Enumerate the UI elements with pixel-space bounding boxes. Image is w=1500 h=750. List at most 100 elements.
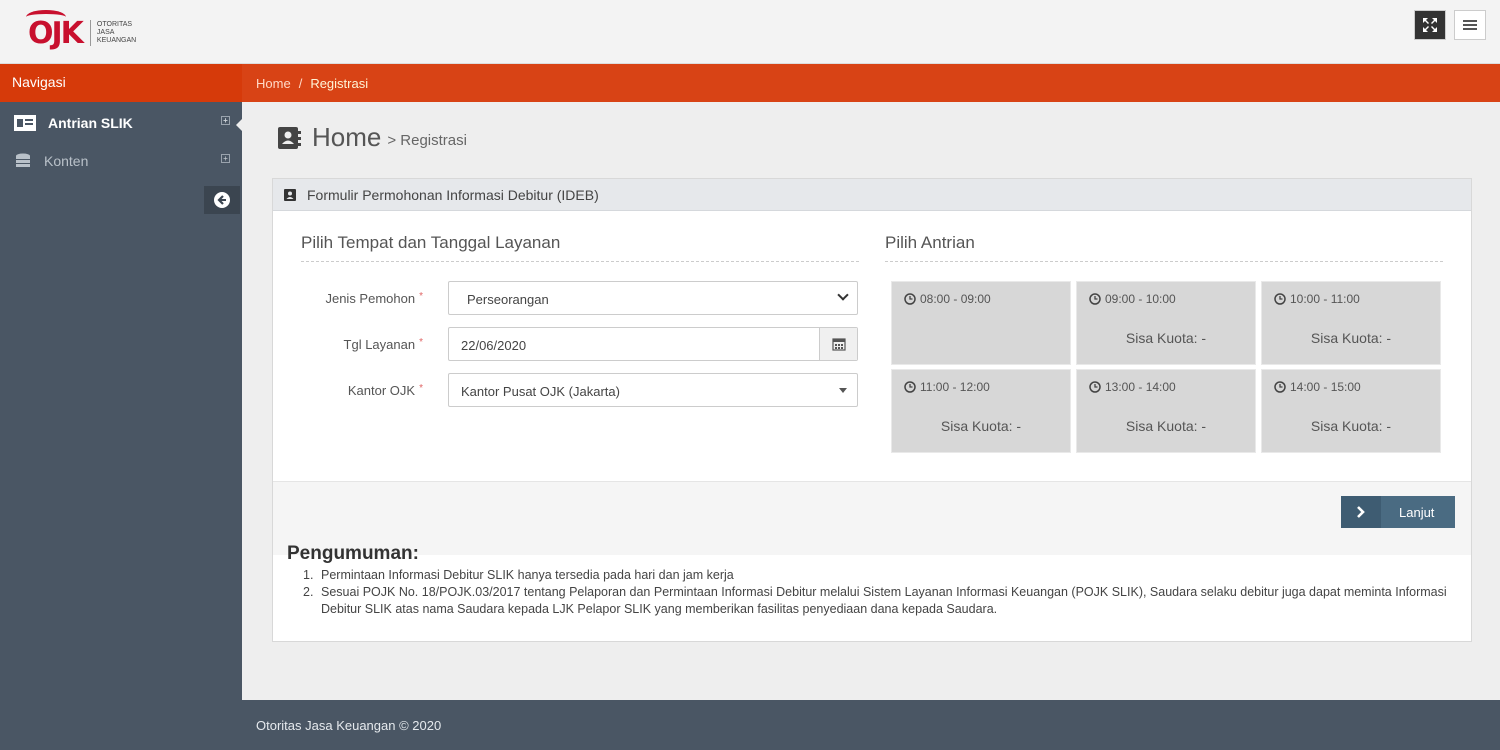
clock-icon xyxy=(904,381,916,393)
lanjut-button[interactable]: Lanjut xyxy=(1341,496,1455,528)
announcement-title: Pengumuman: xyxy=(287,543,419,564)
time-slot[interactable]: 11:00 - 12:00 Sisa Kuota: - xyxy=(891,369,1071,453)
time-slot[interactable]: 09:00 - 10:00 Sisa Kuota: - xyxy=(1076,281,1256,365)
clock-icon xyxy=(1274,381,1286,393)
logo-subtitle: OTORITAS JASA KEUANGAN xyxy=(97,21,136,45)
panel-title: Formulir Permohonan Informasi Debitur (I… xyxy=(307,186,599,203)
expand-plus-icon: + xyxy=(221,154,230,163)
sidebar-item-antrian-slik[interactable]: Antrian SLIK + xyxy=(0,104,242,142)
slot-time-text: 13:00 - 14:00 xyxy=(1105,380,1176,394)
tgl-layanan-label: Tgl Layanan * xyxy=(344,337,423,352)
slot-time: 09:00 - 10:00 xyxy=(1089,292,1176,306)
hamburger-icon xyxy=(1463,20,1477,30)
announcement-text: Permintaan Informasi Debitur SLIK hanya … xyxy=(321,568,734,582)
announcement-item: 2. Sesuai POJK No. 18/POJK.03/2017 tenta… xyxy=(303,584,1453,618)
field-label-text: Kantor OJK xyxy=(347,383,416,398)
time-slot[interactable]: 08:00 - 09:00 xyxy=(891,281,1071,365)
id-card-icon xyxy=(14,115,36,131)
announcement-text: Sesuai POJK No. 18/POJK.03/2017 tentang … xyxy=(321,585,1447,616)
field-label-text: Jenis Pemohon xyxy=(325,291,416,306)
logo-subtitle-line: JASA xyxy=(96,29,115,36)
tgl-layanan-input[interactable]: 22/06/2020 xyxy=(448,327,858,361)
time-slot[interactable]: 10:00 - 11:00 Sisa Kuota: - xyxy=(1261,281,1441,365)
form-row-kantor-ojk: Kantor OJK * Kantor Pusat OJK (Jakarta) xyxy=(273,373,863,407)
required-mark: * xyxy=(419,337,423,348)
logo-mark: OJK xyxy=(26,9,84,51)
top-header: OJK OTORITAS JASA KEUANGAN xyxy=(0,0,1500,64)
page-title-sub: > Registrasi xyxy=(387,132,467,149)
logo-arc xyxy=(26,9,66,24)
form-row-tgl-layanan: Tgl Layanan * 22/06/2020 xyxy=(273,327,863,361)
lanjut-label: Lanjut xyxy=(1399,504,1435,520)
breadcrumb-current: Registrasi xyxy=(310,76,369,91)
clock-icon xyxy=(1089,293,1101,305)
slot-time: 11:00 - 12:00 xyxy=(904,380,990,394)
logo-subtitle-line: KEUANGAN xyxy=(96,37,137,44)
slot-time-text: 09:00 - 10:00 xyxy=(1105,292,1176,306)
announcement-number: 1. xyxy=(303,568,314,582)
announcement-list: 1. Permintaan Informasi Debitur SLIK han… xyxy=(303,567,1453,618)
slot-time: 08:00 - 09:00 xyxy=(904,292,991,306)
database-icon xyxy=(16,153,30,167)
menu-button[interactable] xyxy=(1454,10,1486,40)
expand-icon xyxy=(1423,18,1437,32)
time-slot[interactable]: 14:00 - 15:00 Sisa Kuota: - xyxy=(1261,369,1441,453)
jenis-pemohon-select[interactable]: Perseorangan xyxy=(448,281,858,315)
arrow-left-circle-icon xyxy=(214,192,230,208)
slot-quota: Sisa Kuota: - xyxy=(1125,418,1207,434)
section-title-antrian: Pilih Antrian xyxy=(885,233,975,252)
slot-time: 14:00 - 15:00 xyxy=(1274,380,1361,394)
field-label-text: Tgl Layanan xyxy=(343,337,416,352)
page-title-main: Home xyxy=(312,122,382,152)
sidebar-collapse-button[interactable] xyxy=(204,186,240,214)
fullscreen-button[interactable] xyxy=(1414,10,1446,40)
section-title-layanan: Pilih Tempat dan Tanggal Layanan xyxy=(301,233,561,252)
slot-time-text: 10:00 - 11:00 xyxy=(1290,292,1360,306)
panel-header: Formulir Permohonan Informasi Debitur (I… xyxy=(273,179,1471,211)
time-slot[interactable]: 13:00 - 14:00 Sisa Kuota: - xyxy=(1076,369,1256,453)
breadcrumb: Home / Registrasi xyxy=(242,64,1500,102)
registration-panel: Formulir Permohonan Informasi Debitur (I… xyxy=(272,178,1472,642)
required-mark: * xyxy=(419,383,423,394)
slot-time: 10:00 - 11:00 xyxy=(1274,292,1360,306)
ojk-logo[interactable]: OJK OTORITAS JASA KEUANGAN xyxy=(26,9,136,54)
sidebar-item-label: Konten xyxy=(44,153,89,169)
slot-quota: Sisa Kuota: - xyxy=(1310,330,1392,346)
sidebar-item-label: Antrian SLIK xyxy=(48,115,133,131)
slot-time-text: 11:00 - 12:00 xyxy=(920,380,990,394)
logo-subtitle-line: OTORITAS xyxy=(96,21,133,28)
tgl-layanan-value: 22/06/2020 xyxy=(461,338,527,353)
required-mark: * xyxy=(419,291,423,302)
expand-plus-icon: + xyxy=(221,116,230,125)
slot-time-text: 14:00 - 15:00 xyxy=(1290,380,1361,394)
kantor-ojk-label: Kantor OJK * xyxy=(348,383,423,398)
sidebar-item-konten[interactable]: Konten + xyxy=(0,142,242,180)
caret-down-icon xyxy=(839,388,847,393)
page-title: Home > Registrasi xyxy=(276,122,467,153)
sidebar: Antrian SLIK + Konten + xyxy=(0,102,242,750)
form-row-jenis-pemohon: Jenis Pemohon * Perseorangan xyxy=(273,281,863,315)
calendar-button[interactable] xyxy=(819,328,857,360)
chevron-down-icon xyxy=(837,289,849,301)
slot-time: 13:00 - 14:00 xyxy=(1089,380,1176,394)
slot-quota: Sisa Kuota: - xyxy=(1125,330,1207,346)
contact-book-icon xyxy=(278,126,301,149)
nav-header: Navigasi xyxy=(0,64,242,102)
section-divider xyxy=(301,261,859,262)
panel-footer: Lanjut xyxy=(273,481,1471,555)
jenis-pemohon-label: Jenis Pemohon * xyxy=(325,291,423,306)
logo-divider xyxy=(89,20,91,46)
slot-quota: Sisa Kuota: - xyxy=(940,418,1022,434)
breadcrumb-home[interactable]: Home xyxy=(256,76,291,91)
clock-icon xyxy=(1274,293,1286,305)
clock-icon xyxy=(1089,381,1101,393)
kantor-ojk-select[interactable]: Kantor Pusat OJK (Jakarta) xyxy=(448,373,858,407)
section-divider xyxy=(885,261,1443,262)
chevron-right-icon xyxy=(1341,496,1381,528)
slot-time-text: 08:00 - 09:00 xyxy=(920,292,991,306)
jenis-pemohon-value: Perseorangan xyxy=(467,292,549,307)
clock-icon xyxy=(904,293,916,305)
active-pointer xyxy=(236,119,242,131)
calendar-icon xyxy=(831,338,846,351)
slot-quota: Sisa Kuota: - xyxy=(1310,418,1392,434)
